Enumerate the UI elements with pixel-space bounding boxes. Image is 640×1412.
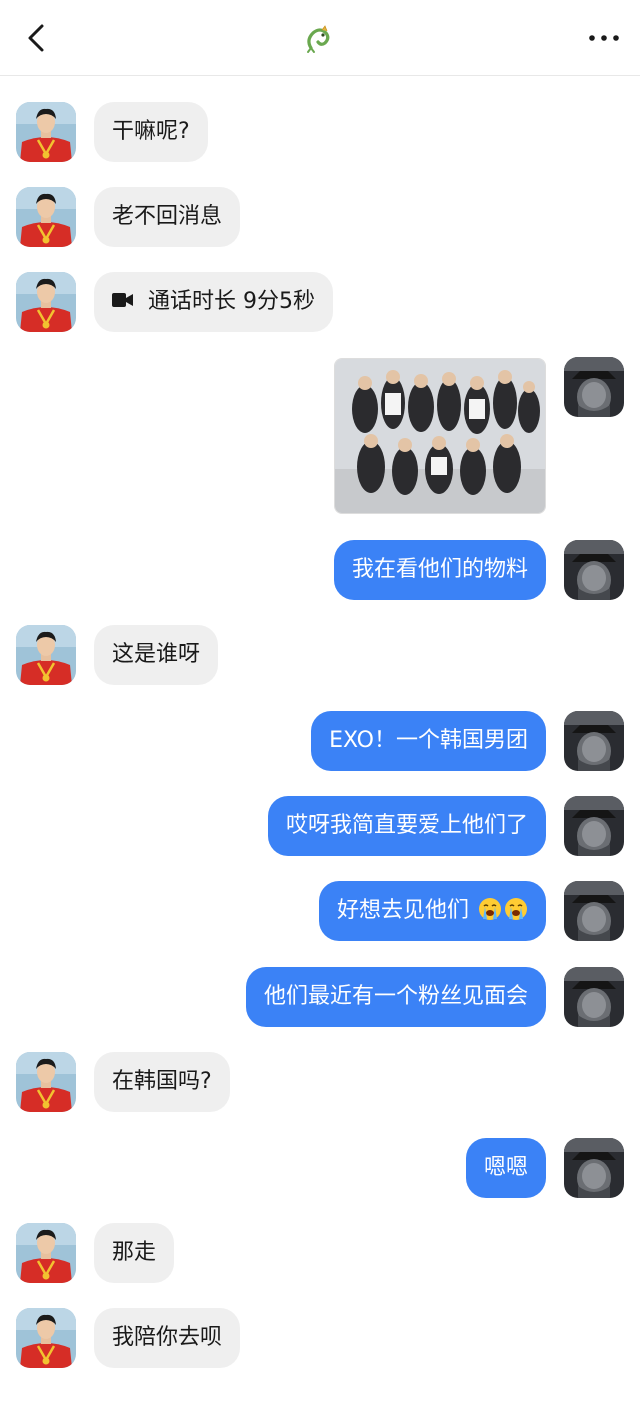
more-horizontal-icon (589, 35, 619, 41)
my-avatar[interactable] (564, 1138, 624, 1198)
message-text: 这是谁呀 (112, 642, 201, 667)
message-row-incoming: 干嘛呢? (0, 102, 640, 164)
message-row-outgoing: 我在看他们的物料 (0, 540, 640, 602)
message-bubble[interactable]: 我陪你去呗 (94, 1308, 241, 1368)
green-dragon-emblem-icon (302, 24, 334, 54)
chevron-left-icon (28, 24, 44, 52)
loudly-crying-face-icon (505, 898, 527, 920)
message-bubble[interactable]: 这是谁呀 (94, 625, 219, 685)
message-bubble[interactable]: 干嘛呢? (94, 102, 208, 162)
message-bubble[interactable]: 那走 (94, 1223, 175, 1283)
my-avatar[interactable] (564, 711, 624, 771)
message-row-outgoing: 好想去见他们 (0, 881, 640, 943)
message-row-incoming: 这是谁呀 (0, 625, 640, 687)
message-bubble[interactable]: 好想去见他们 (318, 881, 546, 941)
message-row-outgoing: 嗯嗯 (0, 1138, 640, 1200)
message-text: 在韩国吗? (112, 1069, 212, 1094)
message-row-incoming: 在韩国吗? (0, 1052, 640, 1114)
message-text: 我在看他们的物料 (351, 557, 528, 582)
message-text: 他们最近有一个粉丝见面会 (263, 984, 528, 1009)
my-avatar[interactable] (564, 796, 624, 856)
my-avatar[interactable] (564, 540, 624, 600)
image-message[interactable] (334, 358, 546, 514)
message-text: 干嘛呢? (112, 119, 190, 144)
message-text: 好想去见他们 (336, 898, 469, 923)
message-row-incoming: 老不回消息 (0, 187, 640, 249)
message-bubble[interactable]: 哎呀我简直要爱上他们了 (267, 796, 546, 856)
message-row-outgoing: EXO！一个韩国男团 (0, 711, 640, 773)
video-call-record-bubble[interactable]: 通话时长 9分5秒 (94, 272, 333, 332)
contact-avatar[interactable] (16, 272, 76, 332)
call-duration-text: 通话时长 9分5秒 (148, 289, 315, 314)
message-row-incoming: 我陪你去呗 (0, 1308, 640, 1370)
message-row-incoming: 通话时长 9分5秒 (0, 272, 640, 334)
message-row-outgoing: 他们最近有一个粉丝见面会 (0, 967, 640, 1029)
more-options-button[interactable] (584, 26, 624, 50)
back-button[interactable] (18, 18, 54, 58)
message-bubble[interactable]: 老不回消息 (94, 187, 241, 247)
message-bubble[interactable]: 我在看他们的物料 (333, 540, 546, 600)
my-avatar[interactable] (564, 881, 624, 941)
loudly-crying-face-icon (479, 898, 501, 920)
message-text: 我陪你去呗 (112, 1325, 223, 1350)
message-bubble[interactable]: EXO！一个韩国男团 (311, 711, 546, 771)
message-row-outgoing: 哎呀我简直要爱上他们了 (0, 796, 640, 858)
contact-avatar[interactable] (16, 625, 76, 685)
message-text: 嗯嗯 (483, 1155, 528, 1180)
contact-avatar[interactable] (16, 1052, 76, 1112)
message-text: 那走 (112, 1240, 157, 1265)
message-bubble[interactable]: 他们最近有一个粉丝见面会 (245, 967, 546, 1027)
message-row-incoming: 那走 (0, 1223, 640, 1285)
contact-avatar[interactable] (16, 102, 76, 162)
message-bubble[interactable]: 在韩国吗? (94, 1052, 230, 1112)
video-camera-icon (112, 293, 133, 307)
contact-avatar[interactable] (16, 187, 76, 247)
message-text: 老不回消息 (112, 204, 223, 229)
my-avatar[interactable] (564, 357, 624, 417)
message-bubble[interactable]: 嗯嗯 (465, 1138, 546, 1198)
contact-avatar[interactable] (16, 1308, 76, 1368)
chat-header (0, 0, 640, 76)
message-text: 哎呀我简直要爱上他们了 (285, 813, 528, 838)
my-avatar[interactable] (564, 967, 624, 1027)
group-photo (335, 359, 545, 513)
message-text: EXO！一个韩国男团 (329, 728, 528, 753)
contact-avatar[interactable] (16, 1223, 76, 1283)
